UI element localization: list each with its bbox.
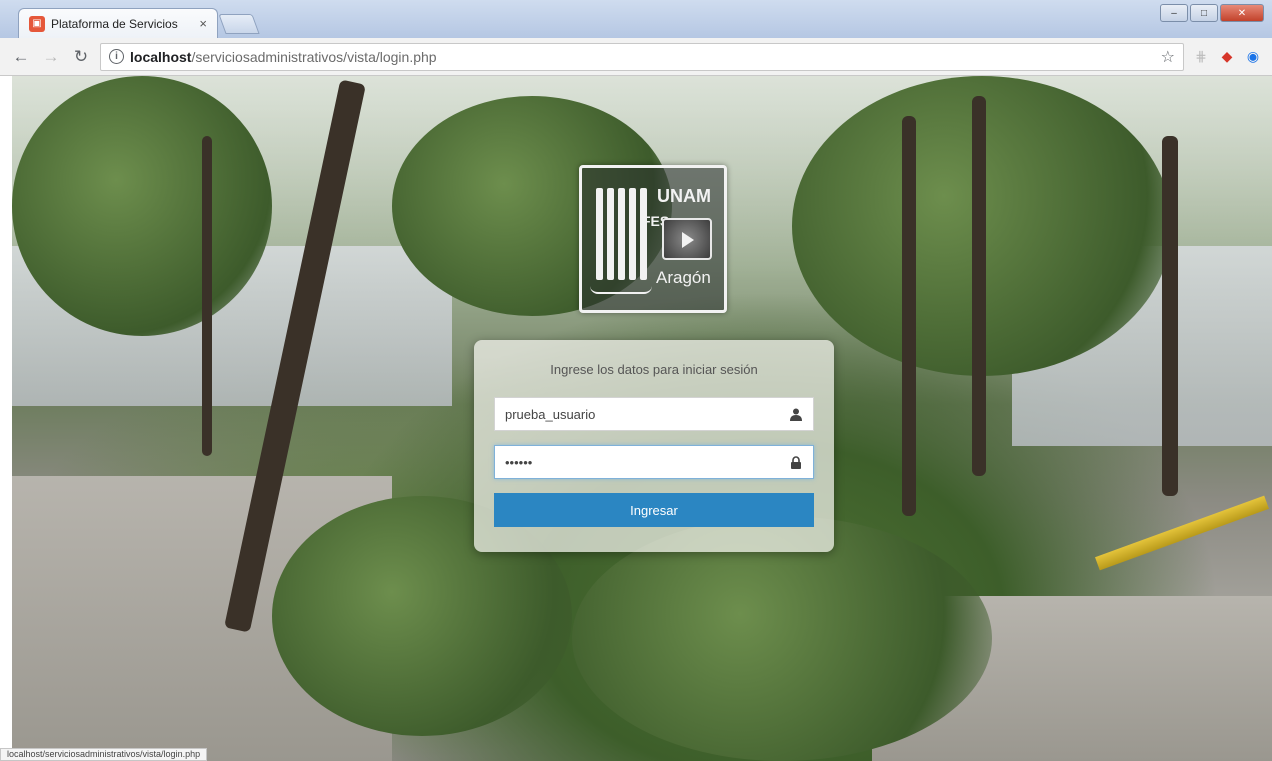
reload-icon[interactable]: ↻ bbox=[70, 46, 92, 68]
new-tab-button[interactable] bbox=[218, 14, 260, 34]
login-form: Ingrese los datos para iniciar sesión In… bbox=[474, 340, 834, 552]
maximize-icon[interactable]: □ bbox=[1190, 4, 1218, 22]
logo-unam-text: UNAM bbox=[657, 186, 711, 206]
window-controls: – □ ✕ bbox=[1160, 4, 1264, 22]
tab-favicon-icon: ▣ bbox=[29, 15, 45, 32]
password-field[interactable] bbox=[494, 445, 814, 479]
tab-title: Plataforma de Servicios bbox=[51, 16, 178, 31]
extension-icon[interactable]: ⋕ bbox=[1192, 48, 1210, 66]
chrome-extension-icon[interactable]: ◉ bbox=[1244, 48, 1262, 66]
logo-columns bbox=[596, 188, 647, 280]
background-tree-trunk bbox=[902, 116, 916, 516]
url-text[interactable]: localhost/serviciosadministrativos/vista… bbox=[130, 49, 1155, 65]
status-bar-url: localhost/serviciosadministrativos/vista… bbox=[0, 748, 208, 761]
login-submit-button[interactable]: Ingresar bbox=[494, 493, 814, 527]
username-field[interactable] bbox=[494, 397, 814, 431]
background-curb bbox=[1095, 495, 1269, 571]
url-host: localhost bbox=[130, 48, 192, 65]
logo-fes-text: FES bbox=[642, 213, 670, 229]
forward-arrow-icon[interactable]: → bbox=[40, 46, 62, 68]
lock-icon bbox=[789, 455, 803, 469]
back-arrow-icon[interactable]: ← bbox=[10, 46, 32, 68]
user-icon bbox=[789, 407, 803, 421]
page-viewport: FES UNAM Aragón Ingrese los datos para i… bbox=[12, 76, 1272, 761]
browser-toolbar: ← → ↻ i localhost/serviciosadministrativ… bbox=[0, 38, 1272, 76]
address-bar[interactable]: i localhost/serviciosadministrativos/vis… bbox=[100, 42, 1184, 71]
bookmark-star-icon[interactable]: ☆ bbox=[1161, 47, 1175, 67]
minimize-icon[interactable]: – bbox=[1160, 4, 1188, 22]
logo-campus-text: Aragón bbox=[656, 268, 711, 287]
info-icon[interactable]: i bbox=[109, 49, 124, 64]
username-input[interactable] bbox=[505, 406, 789, 422]
fes-aragon-logo: FES UNAM Aragón bbox=[579, 165, 727, 313]
background-tree-trunk bbox=[202, 136, 212, 456]
tab-close-icon[interactable]: × bbox=[199, 16, 207, 31]
background-foliage bbox=[12, 76, 272, 336]
browser-tab[interactable]: ▣ Plataforma de Servicios × bbox=[18, 8, 218, 38]
close-window-icon[interactable]: ✕ bbox=[1220, 4, 1264, 22]
unam-seal-icon bbox=[662, 218, 712, 260]
login-prompt: Ingrese los datos para iniciar sesión bbox=[550, 362, 758, 377]
color-extension-icon[interactable]: ◆ bbox=[1218, 48, 1236, 66]
logo-base-arc bbox=[590, 286, 652, 294]
background-foliage bbox=[572, 516, 992, 761]
background-tree-trunk bbox=[972, 96, 986, 476]
password-input[interactable] bbox=[505, 454, 789, 470]
background-tree-trunk bbox=[1162, 136, 1178, 496]
url-path: /serviciosadministrativos/vista/login.ph… bbox=[191, 48, 437, 65]
browser-titlebar: ▣ Plataforma de Servicios × – □ ✕ bbox=[0, 0, 1272, 38]
